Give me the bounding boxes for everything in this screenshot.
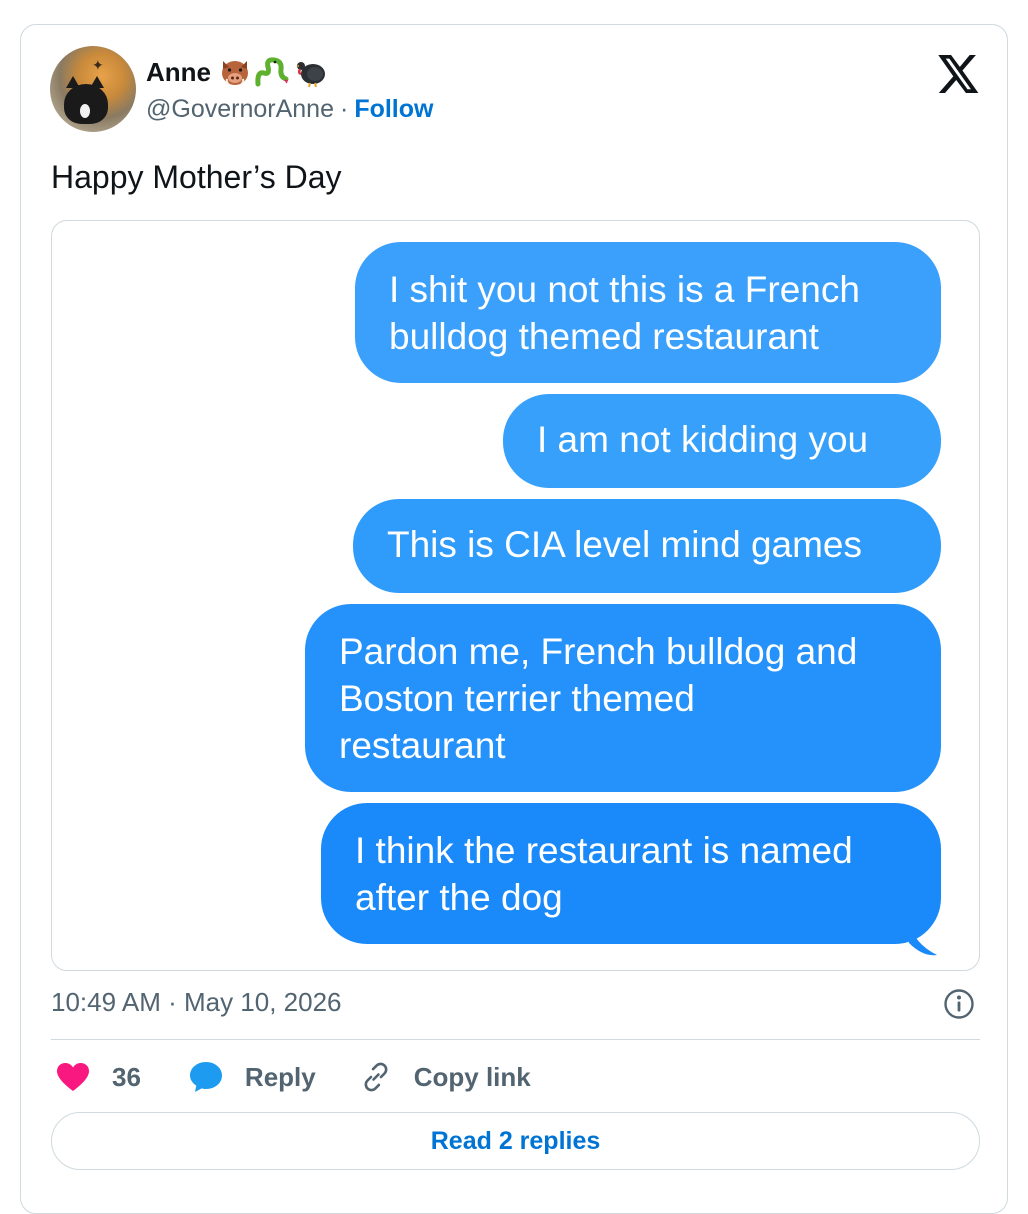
name-emojis	[219, 57, 327, 87]
author-name-row[interactable]: Anne	[146, 57, 327, 87]
avatar[interactable]: ✦	[50, 46, 136, 132]
display-name[interactable]: Anne	[146, 57, 211, 88]
screenshot-media[interactable]: I shit you not this is a French bulldog …	[51, 220, 980, 971]
speech-bubble-icon	[189, 1061, 223, 1093]
tweet-timestamp[interactable]: 10:49 AM · May 10, 2026	[51, 987, 342, 1018]
heart-icon	[56, 1062, 90, 1092]
turkey-emoji-icon	[296, 62, 325, 87]
follow-button[interactable]: Follow	[354, 95, 433, 124]
message-bubble: I think the restaurant is named after th…	[321, 803, 941, 944]
handle-row: @GovernorAnne · Follow	[146, 95, 433, 124]
copy-link-label: Copy link	[413, 1061, 531, 1092]
separator-dot: ·	[339, 95, 349, 123]
like-button[interactable]: 36	[56, 1062, 141, 1093]
read-replies-button[interactable]: Read 2 replies	[51, 1112, 980, 1170]
boar-emoji-icon	[222, 61, 248, 85]
reply-label: Reply	[244, 1061, 316, 1092]
info-icon[interactable]	[943, 988, 975, 1020]
copy-link-button[interactable]: Copy link	[360, 1061, 531, 1093]
snake-emoji-icon	[255, 57, 289, 87]
reply-button[interactable]: Reply	[189, 1061, 316, 1093]
link-icon	[360, 1061, 392, 1093]
tweet-card: ✦ Anne @GovernorAnne · Follow Happy Moth…	[20, 24, 1008, 1214]
message-bubble: I am not kidding you	[503, 394, 941, 488]
action-bar: 36 Reply Copy link	[56, 1059, 531, 1095]
bubble-tail-icon	[909, 921, 937, 956]
pillow-pattern: ✦	[92, 57, 104, 73]
tweet-text: Happy Mother’s Day	[51, 159, 342, 195]
x-logo-icon[interactable]	[938, 55, 980, 93]
author-handle[interactable]: @GovernorAnne	[146, 95, 334, 124]
message-bubble: This is CIA level mind games	[353, 499, 941, 593]
divider	[51, 1039, 980, 1040]
like-count: 36	[112, 1061, 141, 1092]
message-bubble: I shit you not this is a French bulldog …	[355, 242, 941, 383]
message-bubble: Pardon me, French bulldog and Boston ter…	[305, 604, 941, 792]
